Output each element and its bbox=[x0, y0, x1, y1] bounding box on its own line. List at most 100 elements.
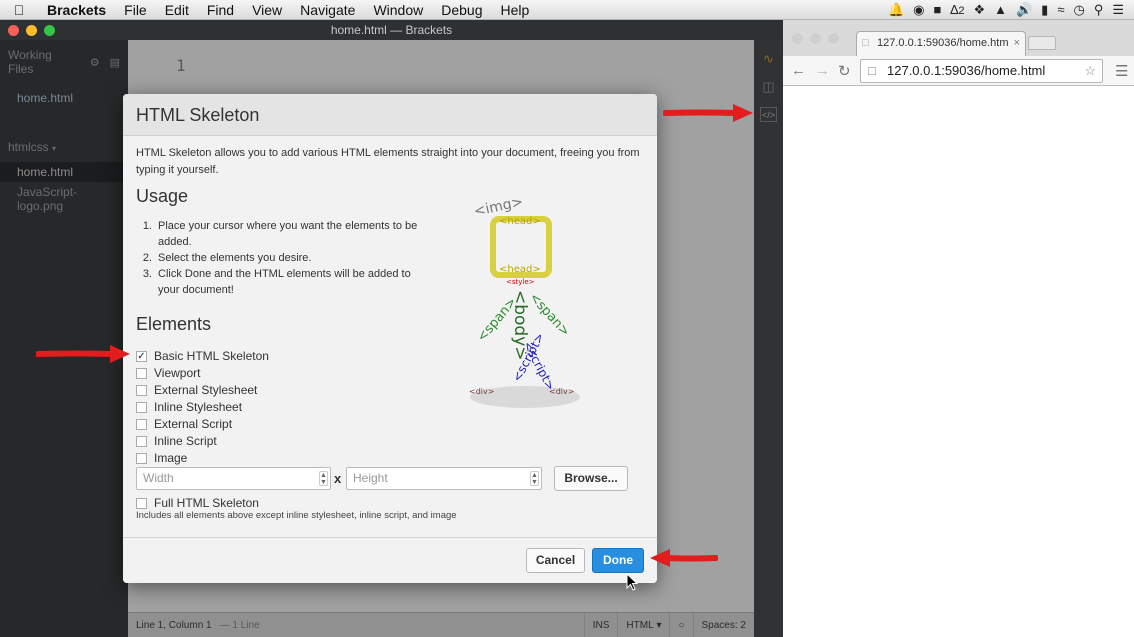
option-inline-script[interactable]: Inline Script bbox=[136, 434, 217, 448]
mac-menubar:  Brackets File Edit Find View Navigate … bbox=[0, 0, 1134, 20]
minimize-window-button[interactable] bbox=[26, 25, 37, 36]
apple-icon[interactable]:  bbox=[0, 2, 38, 18]
width-placeholder: Width bbox=[143, 471, 174, 485]
battery-icon[interactable]: ▮ bbox=[1041, 2, 1048, 18]
forward-arrow-icon[interactable]: → bbox=[815, 62, 830, 79]
mouse-cursor-icon bbox=[626, 573, 638, 591]
reload-icon[interactable]: ↻ bbox=[838, 62, 851, 80]
clock-icon[interactable]: ◷ bbox=[1073, 2, 1084, 18]
minimize-window-button[interactable] bbox=[810, 33, 821, 44]
tab-title: 127.0.0.1:59036/home.htm bbox=[877, 37, 1009, 49]
notification-center-icon[interactable]: ☰ bbox=[1112, 2, 1124, 18]
checkbox-checked[interactable]: ✓ bbox=[136, 350, 147, 362]
option-inline-stylesheet[interactable]: Inline Stylesheet bbox=[136, 400, 242, 414]
height-spinner[interactable]: ▲ ▼ bbox=[530, 471, 539, 486]
checkbox[interactable] bbox=[136, 367, 147, 379]
menu-find[interactable]: Find bbox=[198, 2, 243, 18]
figure-right-foot: <div> bbox=[549, 387, 574, 396]
checkbox[interactable] bbox=[136, 435, 147, 447]
adobe-count: 2 bbox=[958, 5, 965, 17]
checkbox[interactable] bbox=[136, 418, 147, 430]
checkbox[interactable] bbox=[136, 497, 147, 509]
option-label: Image bbox=[154, 451, 188, 465]
usage-step: 1. Place your cursor where you want the e… bbox=[136, 218, 426, 250]
figure-left-foot: <div> bbox=[469, 387, 494, 396]
option-label: Inline Script bbox=[154, 434, 217, 448]
width-input[interactable]: Width ▲ ▼ bbox=[136, 467, 331, 490]
chrome-menu-icon[interactable]: ☰ bbox=[1115, 62, 1128, 80]
chrome-toolbar: ← → ↻ □ 127.0.0.1:59036/home.html ☆ ☰ bbox=[783, 56, 1134, 86]
app-indicator-icon[interactable]: ■ bbox=[934, 2, 942, 17]
dropbox-icon[interactable]: ❖ bbox=[973, 2, 985, 18]
usage-step: 2. Select the elements you desire. bbox=[136, 250, 426, 266]
back-arrow-icon[interactable]: ← bbox=[791, 62, 806, 79]
option-label: Basic HTML Skeleton bbox=[154, 349, 269, 363]
times-symbol: x bbox=[334, 471, 342, 486]
step-number: 2. bbox=[142, 252, 152, 264]
usage-steps: 1. Place your cursor where you want the e… bbox=[136, 218, 426, 298]
page-icon: □ bbox=[868, 63, 876, 78]
cancel-button[interactable]: Cancel bbox=[526, 548, 585, 573]
drive-icon[interactable]: ▲ bbox=[994, 2, 1007, 17]
menu-view[interactable]: View bbox=[243, 2, 291, 18]
wifi-icon[interactable]: ≈ bbox=[1057, 2, 1064, 17]
usage-heading: Usage bbox=[136, 186, 189, 206]
zoom-window-button[interactable] bbox=[828, 33, 839, 44]
menu-window[interactable]: Window bbox=[364, 2, 432, 18]
full-skeleton-note: Includes all elements above except inlin… bbox=[136, 510, 457, 521]
window-title: home.html — Brackets bbox=[330, 23, 453, 37]
browser-viewport[interactable] bbox=[783, 86, 1134, 637]
adobe-icon[interactable]: ∆2 bbox=[950, 2, 964, 17]
annotation-arrow-icon bbox=[650, 549, 718, 567]
zoom-window-button[interactable] bbox=[44, 25, 55, 36]
browser-tab[interactable]: □ 127.0.0.1:59036/home.htm × bbox=[856, 31, 1026, 56]
checkbox[interactable] bbox=[136, 384, 147, 396]
menu-edit[interactable]: Edit bbox=[156, 2, 198, 18]
option-full-html-skeleton[interactable]: Full HTML Skeleton bbox=[136, 496, 259, 510]
address-url: 127.0.0.1:59036/home.html bbox=[887, 63, 1046, 78]
menu-app-name[interactable]: Brackets bbox=[38, 2, 115, 18]
usage-step: 3. Click Done and the HTML elements will … bbox=[136, 266, 426, 298]
browse-button[interactable]: Browse... bbox=[554, 466, 628, 491]
height-input[interactable]: Height ▲ ▼ bbox=[346, 467, 542, 490]
figure-head-top: <head> bbox=[499, 216, 541, 227]
figure-head-bottom: <head> bbox=[499, 264, 541, 275]
page-icon: □ bbox=[862, 37, 869, 49]
bookmark-star-icon[interactable]: ☆ bbox=[1084, 60, 1096, 82]
dialog-description: HTML Skeleton allows you to add various … bbox=[136, 147, 640, 176]
dialog-title: HTML Skeleton bbox=[123, 94, 657, 136]
app-menu: Brackets File Edit Find View Navigate Wi… bbox=[38, 2, 538, 18]
record-icon[interactable]: ◉ bbox=[913, 2, 924, 18]
step-text: Click Done and the HTML elements will be… bbox=[158, 268, 411, 296]
new-tab-button[interactable] bbox=[1028, 36, 1056, 50]
option-external-script[interactable]: External Script bbox=[136, 417, 232, 431]
volume-icon[interactable]: 🔊 bbox=[1016, 2, 1032, 18]
menu-debug[interactable]: Debug bbox=[432, 2, 491, 18]
checkbox[interactable] bbox=[136, 452, 147, 464]
option-label: External Script bbox=[154, 417, 233, 431]
menubar-status-area: 🔔 ◉ ■ ∆2 ❖ ▲ 🔊 ▮ ≈ ◷ ⚲ ☰ bbox=[888, 2, 1134, 18]
option-image[interactable]: Image bbox=[136, 451, 187, 465]
menu-navigate[interactable]: Navigate bbox=[291, 2, 364, 18]
option-label: Full HTML Skeleton bbox=[154, 496, 259, 510]
done-button[interactable]: Done bbox=[592, 548, 644, 573]
option-label: External Stylesheet bbox=[154, 383, 258, 397]
step-text: Select the elements you desire. bbox=[158, 252, 312, 264]
close-tab-icon[interactable]: × bbox=[1014, 32, 1020, 55]
option-label: Inline Stylesheet bbox=[154, 400, 243, 414]
menu-file[interactable]: File bbox=[115, 2, 156, 18]
checkbox[interactable] bbox=[136, 401, 147, 413]
option-external-stylesheet[interactable]: External Stylesheet bbox=[136, 383, 257, 397]
menu-help[interactable]: Help bbox=[492, 2, 539, 18]
figure-style-tag: <style> bbox=[506, 278, 535, 286]
spotlight-search-icon[interactable]: ⚲ bbox=[1094, 2, 1104, 18]
notification-bell-icon[interactable]: 🔔 bbox=[888, 2, 904, 18]
option-basic-html-skeleton[interactable]: ✓ Basic HTML Skeleton bbox=[136, 349, 269, 363]
close-window-button[interactable] bbox=[8, 25, 19, 36]
address-bar[interactable]: □ 127.0.0.1:59036/home.html ☆ bbox=[860, 59, 1103, 83]
step-number: 1. bbox=[142, 220, 152, 232]
width-spinner[interactable]: ▲ ▼ bbox=[319, 471, 328, 486]
option-viewport[interactable]: Viewport bbox=[136, 366, 200, 380]
close-window-button[interactable] bbox=[792, 33, 803, 44]
brackets-titlebar: home.html — Brackets bbox=[0, 20, 783, 40]
